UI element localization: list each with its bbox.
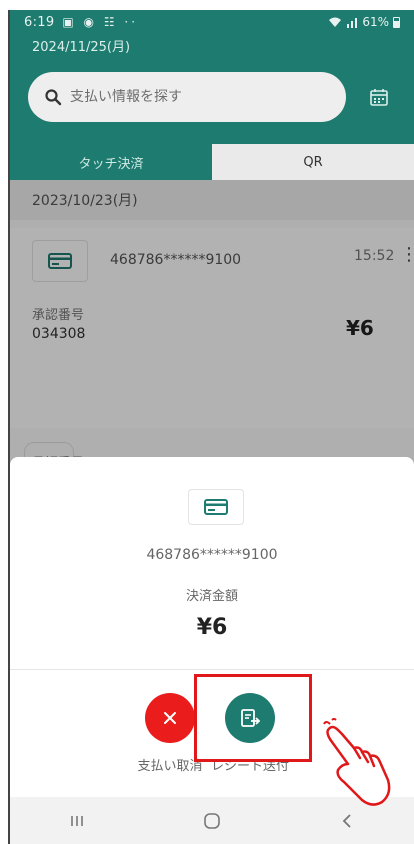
sheet-card-number: 468786******9100 [146,547,278,563]
back-icon [342,813,351,828]
home-icon [204,812,220,829]
payment-type-tabs: タッチ決済 QR [10,144,414,180]
status-bar: 6:19 ▣ ◉ ☷ ·· 61% [10,10,414,34]
sheet-divider [10,669,414,670]
recent-apps-button[interactable] [47,806,107,836]
recent-apps-icon [71,815,84,826]
left-frame-edge [0,0,10,844]
sheet-card-icon-box [188,489,244,525]
sheet-amount-label: 決済金額 [185,589,238,604]
search-bar[interactable] [28,72,346,122]
tab-touch-payment[interactable]: タッチ決済 [10,144,212,180]
app-header: 2024/11/25(月) [10,34,414,144]
search-input[interactable] [70,89,310,105]
wifi-icon [329,17,342,27]
highlight-box [194,674,312,762]
signal-icon [347,17,358,28]
search-icon [45,89,62,106]
status-time: 6:19 [24,14,55,30]
pointing-hand-icon [323,718,391,806]
status-right: 61% [328,15,400,29]
close-icon [164,712,176,724]
cancel-payment-button[interactable] [145,693,195,743]
header-date: 2024/11/25(月) [32,40,131,55]
home-button[interactable] [182,806,242,836]
tab-qr[interactable]: QR [212,144,414,180]
battery-icon [393,16,400,28]
sheet-amount-value: ¥6 [196,615,228,640]
calendar-icon[interactable] [368,86,390,108]
credit-card-icon [204,499,228,515]
notification-icons: ▣ ◉ ☷ ·· [62,15,139,29]
battery-percent: 61% [362,15,389,29]
